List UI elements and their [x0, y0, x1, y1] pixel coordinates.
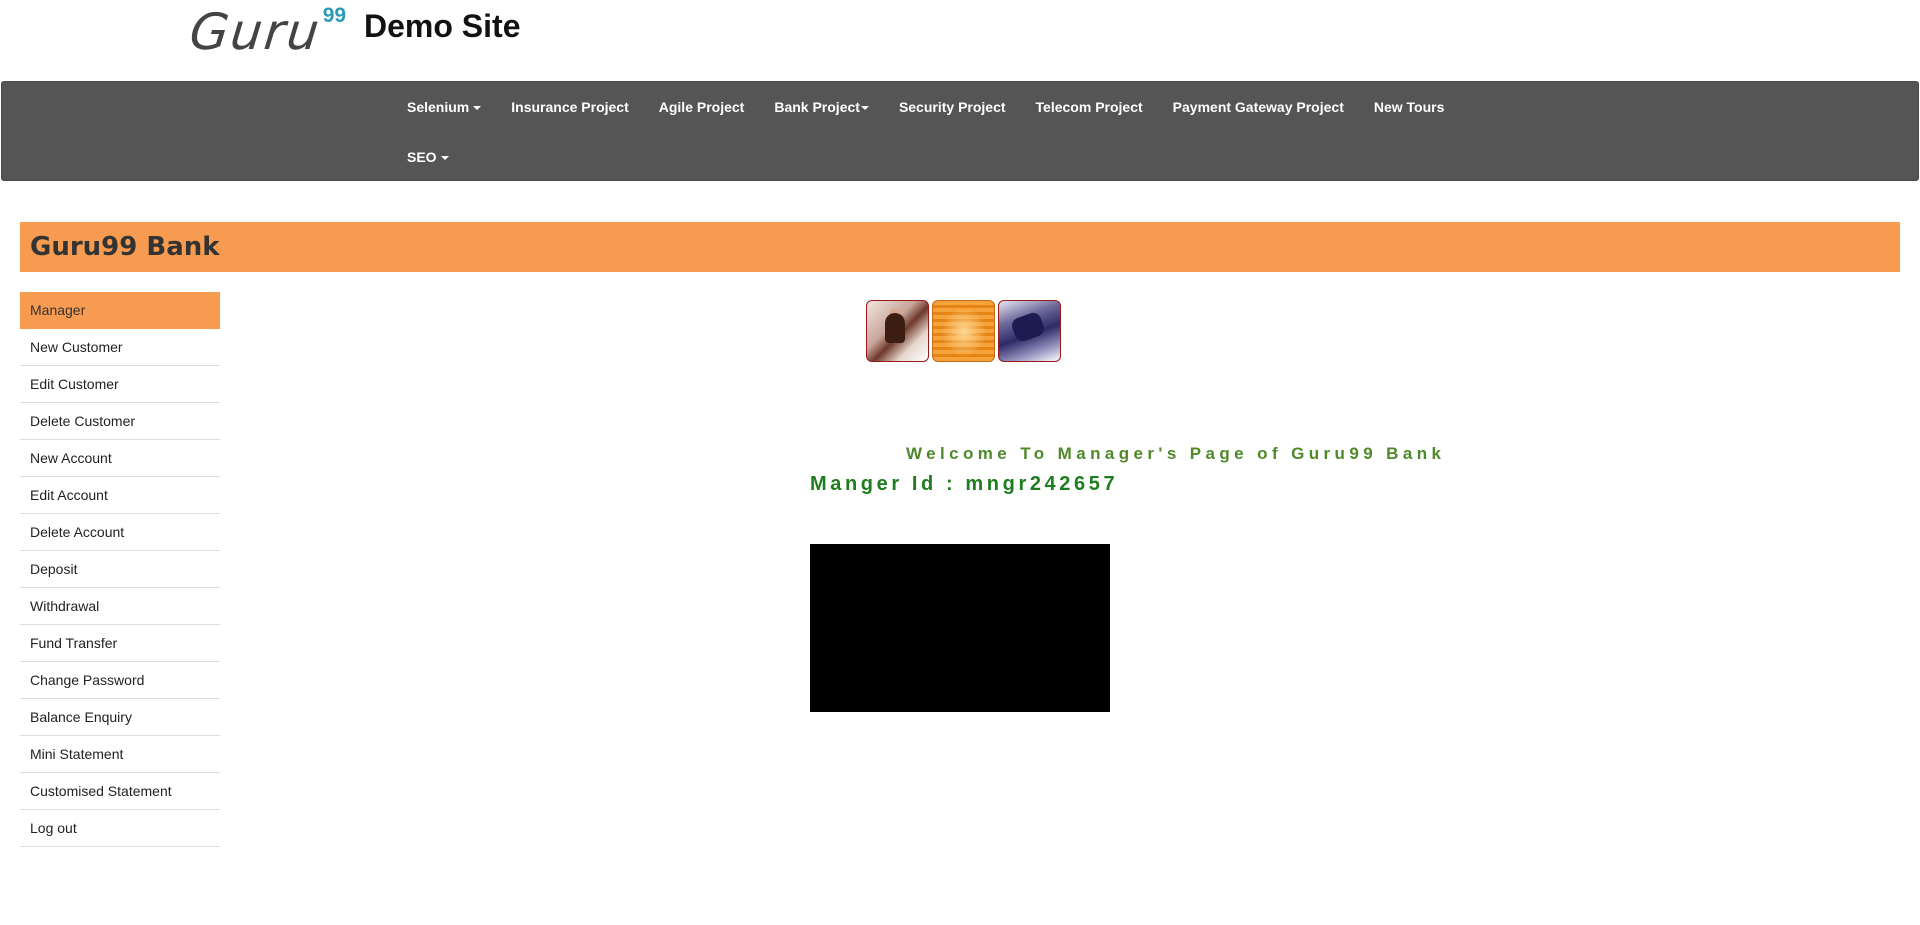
menu-item-delete-customer[interactable]: Delete Customer: [20, 403, 220, 440]
nav-new-tours-label: New Tours: [1373, 99, 1445, 115]
chevron-down-icon: [440, 156, 449, 161]
menu-item-new-account[interactable]: New Account: [20, 440, 220, 477]
menu-item-manager[interactable]: Manager: [20, 292, 220, 329]
menu-item-customised-statement[interactable]: Customised Statement: [20, 773, 220, 810]
bank-banner: Guru99 Bank: [20, 222, 1900, 272]
welcome-message: Welcome To Manager's Page of Guru99 Bank: [906, 444, 1446, 463]
nav-new-tours[interactable]: New Tours: [1359, 82, 1460, 132]
photo-frame-tab: [867, 301, 889, 306]
sidebar-menu: Manager New Customer Edit Customer Delet…: [20, 292, 220, 847]
nav-security-project-label: Security Project: [898, 99, 1006, 115]
logo-text: Guru: [186, 3, 324, 61]
nav-seo[interactable]: SEO: [392, 132, 464, 182]
menu-item-edit-customer[interactable]: Edit Customer: [20, 366, 220, 403]
menu-item-balance-enquiry[interactable]: Balance Enquiry: [20, 699, 220, 736]
menu-item-mini-statement[interactable]: Mini Statement: [20, 736, 220, 773]
manager-id-text: Manger Id : mngr242657: [810, 473, 1119, 495]
menu-item-edit-account[interactable]: Edit Account: [20, 477, 220, 514]
nav-payment-gateway-project[interactable]: Payment Gateway Project: [1158, 82, 1359, 132]
banker-photo: [866, 300, 929, 362]
nav-agile-project-label: Agile Project: [658, 99, 745, 115]
people-photo: [998, 300, 1061, 362]
photo-frame-tab: [1038, 301, 1060, 306]
menu-item-change-password[interactable]: Change Password: [20, 662, 220, 699]
navbar-row-1: Selenium Insurance Project Agile Project…: [392, 82, 1459, 132]
menu-item-new-customer[interactable]: New Customer: [20, 329, 220, 366]
guru99-logo[interactable]: Guru 99: [186, 2, 347, 62]
menu-item-withdrawal[interactable]: Withdrawal: [20, 588, 220, 625]
coins-photo: [932, 300, 995, 362]
menu-item-delete-account[interactable]: Delete Account: [20, 514, 220, 551]
site-header: Guru 99 Demo Site: [0, 0, 1920, 80]
chevron-down-icon: [860, 106, 869, 111]
nav-payment-gateway-project-label: Payment Gateway Project: [1172, 99, 1344, 115]
nav-seo-label: SEO: [407, 149, 437, 165]
banner-photos: [866, 300, 1061, 362]
menu-item-fund-transfer[interactable]: Fund Transfer: [20, 625, 220, 662]
nav-selenium-label: Selenium: [407, 99, 470, 115]
photo-figure: [1009, 310, 1047, 344]
nav-insurance-project-label: Insurance Project: [511, 99, 629, 115]
chevron-down-icon: [473, 106, 482, 111]
bank-title: Guru99 Bank: [30, 232, 220, 262]
embedded-media-box[interactable]: [810, 544, 1110, 712]
top-navbar: Selenium Insurance Project Agile Project…: [1, 81, 1919, 181]
menu-item-deposit[interactable]: Deposit: [20, 551, 220, 588]
photo-highlight: [941, 307, 987, 357]
photo-figure: [885, 313, 905, 343]
nav-bank-project-label: Bank Project: [774, 99, 860, 115]
nav-selenium[interactable]: Selenium: [392, 82, 496, 132]
navbar-row-2: SEO: [392, 132, 464, 182]
nav-telecom-project-label: Telecom Project: [1035, 99, 1143, 115]
nav-security-project[interactable]: Security Project: [884, 82, 1021, 132]
nav-telecom-project[interactable]: Telecom Project: [1021, 82, 1158, 132]
site-title: Demo Site: [364, 8, 521, 44]
nav-bank-project[interactable]: Bank Project: [759, 82, 884, 132]
logo-superscript: 99: [322, 4, 347, 27]
menu-item-log-out[interactable]: Log out: [20, 810, 220, 847]
nav-agile-project[interactable]: Agile Project: [644, 82, 760, 132]
nav-insurance-project[interactable]: Insurance Project: [496, 82, 644, 132]
